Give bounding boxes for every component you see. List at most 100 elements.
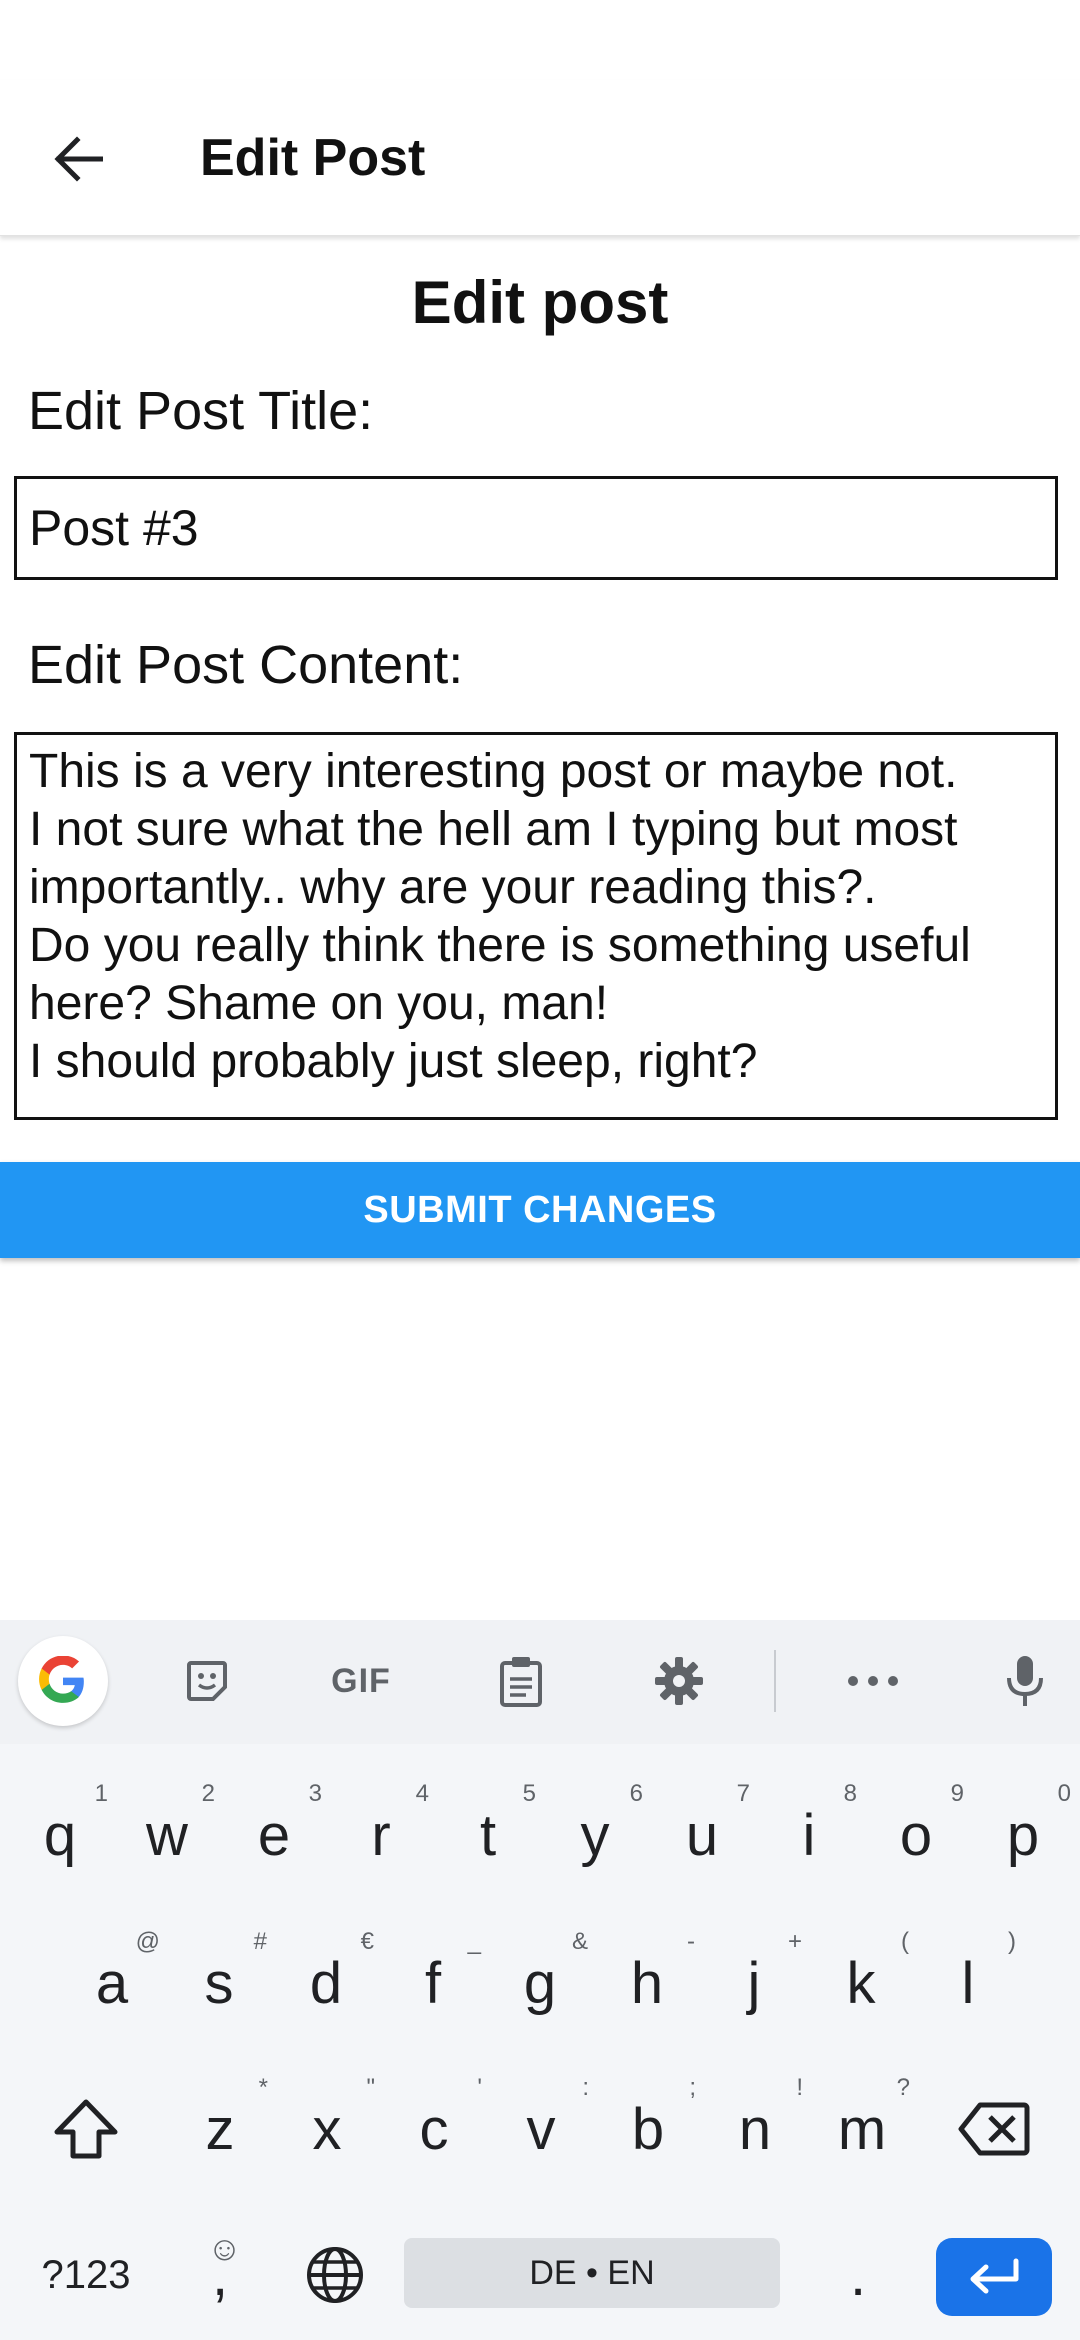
key-label: o — [899, 1802, 933, 1868]
key-hint: " — [366, 2074, 375, 2101]
key-hint: ! — [796, 2074, 803, 2101]
status-bar — [0, 0, 1080, 80]
key-t[interactable]: t5 — [436, 1780, 540, 1890]
settings-button[interactable] — [634, 1636, 724, 1726]
key-hint: 2 — [201, 1780, 215, 1807]
key-y[interactable]: y6 — [543, 1780, 647, 1890]
shift-icon — [54, 2099, 118, 2159]
key-h[interactable]: h- — [595, 1928, 699, 2038]
key-hint: 4 — [415, 1780, 429, 1807]
post-content-label: Edit Post Content: — [28, 635, 464, 695]
submit-changes-button[interactable]: SUBMIT CHANGES — [0, 1162, 1080, 1258]
key-label: p — [1006, 1802, 1040, 1868]
google-button[interactable] — [18, 1636, 108, 1726]
key-q[interactable]: q1 — [8, 1780, 112, 1890]
sticker-button[interactable] — [162, 1636, 252, 1726]
backspace-key[interactable] — [944, 2074, 1044, 2184]
key-label: d — [309, 1950, 343, 2016]
key-o[interactable]: o9 — [864, 1780, 968, 1890]
key-label: t — [479, 1802, 497, 1868]
key-hint: _ — [467, 1928, 481, 1955]
voice-input-button[interactable] — [980, 1636, 1070, 1726]
symbols-key[interactable]: ?123 — [24, 2220, 148, 2330]
key-hint: ? — [896, 2074, 910, 2101]
post-content-input[interactable] — [14, 732, 1058, 1120]
key-label: c — [419, 2096, 449, 2162]
shift-key[interactable] — [36, 2074, 136, 2184]
key-s[interactable]: s # — [167, 1928, 271, 2038]
key-m[interactable]: m? — [810, 2074, 914, 2184]
gif-button[interactable]: GIF — [316, 1636, 406, 1726]
key-hint: 6 — [629, 1780, 643, 1807]
key-label: n — [738, 2096, 772, 2162]
key-label: i — [802, 1802, 816, 1868]
key-hint: ; — [689, 2074, 696, 2101]
key-label: j — [747, 1950, 761, 2016]
key-label: e — [257, 1802, 291, 1868]
clipboard-button[interactable] — [476, 1636, 566, 1726]
key-u[interactable]: u7 — [650, 1780, 754, 1890]
key-w[interactable]: w2 — [115, 1780, 219, 1890]
key-label: l — [961, 1950, 975, 2016]
key-hint: 1 — [94, 1780, 108, 1807]
key-label: y — [580, 1802, 610, 1868]
space-key[interactable]: DE • EN — [404, 2238, 780, 2308]
back-button[interactable] — [38, 120, 118, 198]
key-hint: 8 — [843, 1780, 857, 1807]
settings-icon — [655, 1657, 703, 1705]
key-hint: 9 — [950, 1780, 964, 1807]
sticker-icon — [187, 1661, 227, 1701]
backspace-icon — [958, 2102, 1030, 2156]
key-hint: ' — [477, 2074, 482, 2101]
enter-key[interactable] — [936, 2238, 1052, 2316]
key-b[interactable]: b; — [596, 2074, 700, 2184]
key-j[interactable]: j + — [702, 1928, 806, 2038]
key-hint: : — [582, 2074, 589, 2101]
key-k[interactable]: k( — [809, 1928, 913, 2038]
key-label: m — [837, 2096, 887, 2162]
app-bar: Edit Post — [0, 80, 1080, 236]
key-e[interactable]: e3 — [222, 1780, 326, 1890]
key-label: u — [685, 1802, 719, 1868]
emoji-hint: ☺ — [207, 2230, 242, 2268]
key-z[interactable]: z * — [168, 2074, 272, 2184]
key-l[interactable]: l) — [916, 1928, 1020, 2038]
key-hint: 7 — [736, 1780, 750, 1807]
key-label: f — [424, 1950, 442, 2016]
key-label: s — [204, 1950, 234, 2016]
key-label: q — [43, 1802, 77, 1868]
post-title-label: Edit Post Title: — [28, 381, 374, 441]
key-hint: 3 — [308, 1780, 322, 1807]
key-p[interactable]: p0 — [971, 1780, 1075, 1890]
key-d[interactable]: d € — [274, 1928, 378, 2038]
key-f[interactable]: f _ — [381, 1928, 485, 2038]
key-hint: - — [687, 1928, 695, 1955]
clipboard-icon — [500, 1657, 542, 1707]
key-hint: + — [787, 1928, 802, 1955]
comma-key[interactable]: , ☺ — [168, 2220, 272, 2330]
key-c[interactable]: c ' — [382, 2074, 486, 2184]
key-n[interactable]: n! — [703, 2074, 807, 2184]
key-g[interactable]: g & — [488, 1928, 592, 2038]
period-key[interactable]: . — [808, 2220, 908, 2330]
language-key[interactable] — [280, 2220, 390, 2330]
key-label: h — [630, 1950, 664, 2016]
key-label: r — [371, 1802, 391, 1868]
key-hint: # — [253, 1928, 267, 1955]
key-v[interactable]: v: — [489, 2074, 593, 2184]
key-r[interactable]: r4 — [329, 1780, 433, 1890]
keyboard-toolbar: GIF — [0, 1620, 1080, 1742]
key-hint: ) — [1008, 1928, 1016, 1955]
enter-icon — [970, 2258, 1019, 2294]
key-x[interactable]: x " — [275, 2074, 379, 2184]
key-i[interactable]: i8 — [757, 1780, 861, 1890]
key-label: w — [146, 1802, 188, 1868]
key-a[interactable]: a @ — [60, 1928, 164, 2038]
key-hint: * — [258, 2074, 268, 2101]
more-button[interactable] — [828, 1636, 918, 1726]
mic-icon — [1007, 1656, 1043, 1706]
key-hint: 0 — [1057, 1780, 1071, 1807]
google-icon — [39, 1656, 84, 1703]
post-title-input[interactable] — [14, 476, 1058, 580]
page-heading: Edit post — [411, 269, 669, 336]
